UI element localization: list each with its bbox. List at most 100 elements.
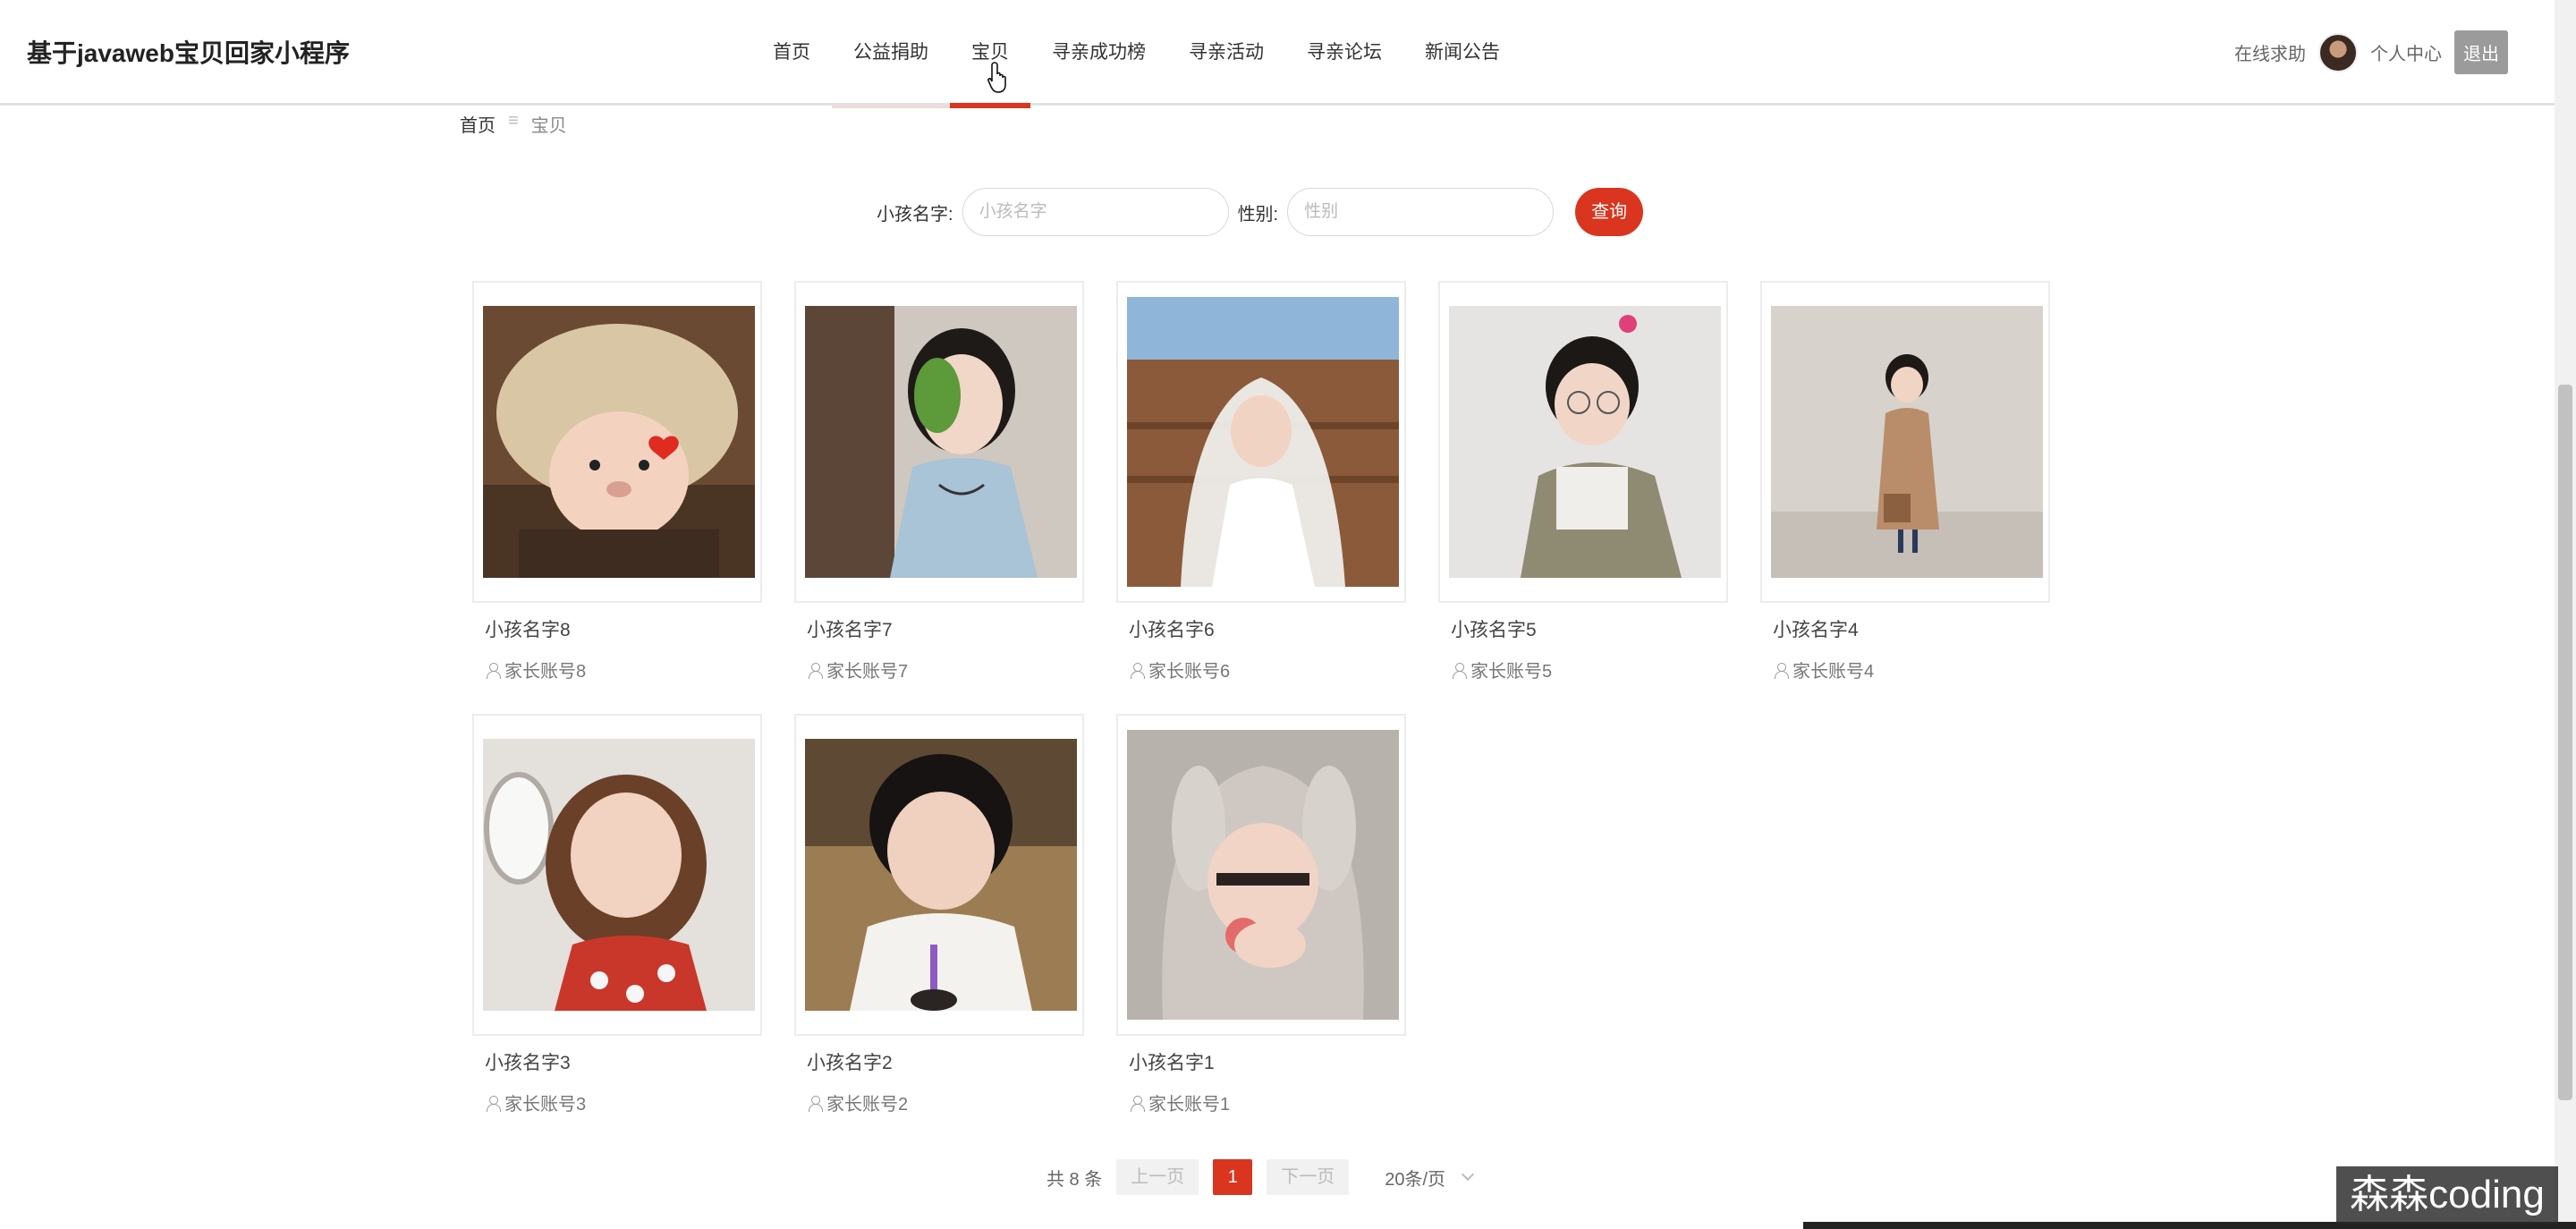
child-name[interactable]: 小孩名字1	[1129, 1048, 1406, 1075]
child-name[interactable]: 小孩名字6	[1129, 615, 1406, 642]
nav-donation[interactable]: 公益捐助	[832, 0, 950, 108]
nav-label: 寻亲论坛	[1307, 42, 1382, 63]
photo-frame[interactable]	[1438, 281, 1728, 603]
breadcrumb-separator: ≡	[508, 111, 519, 131]
parent-account-text: 家长账号5	[1470, 662, 1553, 682]
child-photo	[1127, 297, 1399, 587]
total-count: 共 8 条	[1046, 1169, 1103, 1190]
baby-card[interactable]: 小孩名字2 家长账号2	[794, 714, 1084, 1115]
parent-account-text: 家长账号4	[1792, 662, 1875, 682]
breadcrumb-home[interactable]: 首页	[460, 111, 496, 137]
page-size-select[interactable]: 20条/页	[1385, 1165, 1475, 1191]
photo-frame[interactable]	[1116, 714, 1406, 1036]
nav-label: 宝贝	[971, 42, 1009, 63]
parent-account: 家长账号8	[485, 657, 762, 682]
photo-frame[interactable]	[472, 281, 762, 603]
user-icon	[1451, 662, 1467, 679]
baby-card[interactable]: 小孩名字7 家长账号7	[794, 281, 1084, 682]
profile-link[interactable]: 个人中心	[2370, 39, 2442, 65]
scrollbar-thumb[interactable]	[2558, 385, 2572, 1100]
parent-account: 家长账号1	[1129, 1089, 1406, 1115]
parent-account-text: 家长账号2	[826, 1095, 909, 1115]
photo-frame[interactable]	[472, 714, 762, 1036]
parent-account-text: 家长账号7	[826, 662, 909, 682]
nav-activity[interactable]: 寻亲活动	[1167, 0, 1285, 106]
nav-label: 寻亲成功榜	[1052, 42, 1146, 63]
baby-card[interactable]: 小孩名字1 家长账号1	[1116, 714, 1406, 1115]
child-name[interactable]: 小孩名字4	[1773, 615, 2050, 642]
child-name-label: 小孩名字:	[877, 204, 953, 225]
page-size-value: 20条/页	[1385, 1169, 1446, 1190]
child-name[interactable]: 小孩名字3	[485, 1048, 762, 1075]
nav-news[interactable]: 新闻公告	[1403, 0, 1521, 106]
user-icon	[807, 662, 823, 679]
pagination: 共 8 条 上一页 1 下一页 20条/页	[1046, 1159, 1475, 1195]
baby-card[interactable]: 小孩名字5 家长账号5	[1438, 281, 1728, 682]
child-name-input[interactable]	[962, 188, 1229, 236]
top-header: 基于javaweb宝贝回家小程序 首页 公益捐助 宝贝 寻亲成功榜 寻亲活动 寻…	[0, 0, 2555, 108]
child-name[interactable]: 小孩名字5	[1451, 615, 1728, 642]
photo-frame[interactable]	[1116, 281, 1406, 603]
watermark: 森森coding	[2336, 1166, 2558, 1224]
parent-account: 家长账号6	[1129, 657, 1406, 682]
nav-indicator	[1167, 103, 1285, 108]
child-photo	[1449, 306, 1721, 578]
user-icon	[1129, 1095, 1145, 1112]
hand-cursor-icon	[987, 62, 1006, 93]
logout-button[interactable]: 退出	[2454, 30, 2508, 74]
user-icon	[1129, 662, 1145, 679]
child-photo	[483, 739, 755, 1011]
child-name[interactable]: 小孩名字8	[485, 615, 762, 642]
nav-indicator	[751, 103, 832, 108]
nav-indicator	[1030, 103, 1167, 108]
nav-indicator	[1403, 103, 1521, 108]
next-page-button[interactable]: 下一页	[1267, 1159, 1350, 1195]
header-user-area: 在线求助 个人中心 退出	[2234, 30, 2508, 74]
avatar[interactable]	[2318, 32, 2358, 72]
user-icon	[1773, 662, 1789, 679]
nav-success-list[interactable]: 寻亲成功榜	[1030, 0, 1167, 106]
parent-account: 家长账号5	[1451, 657, 1728, 682]
gender-input[interactable]	[1287, 188, 1555, 236]
nav-label: 新闻公告	[1425, 42, 1500, 63]
parent-account: 家长账号4	[1773, 657, 2050, 682]
user-icon	[807, 1095, 823, 1112]
nav-home[interactable]: 首页	[751, 0, 832, 106]
child-name[interactable]: 小孩名字2	[807, 1048, 1084, 1075]
page: 基于javaweb宝贝回家小程序 首页 公益捐助 宝贝 寻亲成功榜 寻亲活动 寻…	[0, 0, 2576, 1229]
photo-frame[interactable]	[794, 714, 1084, 1036]
page-scrollbar[interactable]	[2555, 0, 2576, 1229]
baby-card[interactable]: 小孩名字3 家长账号3	[472, 714, 762, 1115]
breadcrumb: 首页 ≡ 宝贝	[460, 111, 567, 137]
prev-page-button[interactable]: 上一页	[1116, 1159, 1199, 1195]
baby-card[interactable]: 小孩名字4 家长账号4	[1760, 281, 2050, 682]
parent-account-text: 家长账号8	[504, 662, 587, 682]
child-photo	[805, 739, 1077, 1011]
online-help-link[interactable]: 在线求助	[2234, 39, 2306, 65]
child-name[interactable]: 小孩名字7	[807, 615, 1084, 642]
nav-label: 公益捐助	[853, 42, 928, 63]
nav-indicator	[950, 103, 1030, 108]
child-photo	[805, 306, 1077, 578]
child-photo	[483, 306, 755, 578]
nav-label: 寻亲活动	[1189, 42, 1264, 63]
parent-account-text: 家长账号1	[1148, 1095, 1231, 1115]
child-photo	[1127, 730, 1399, 1020]
main-nav: 首页 公益捐助 宝贝 寻亲成功榜 寻亲活动 寻亲论坛 新闻公告	[751, 0, 1521, 108]
site-title: 基于javaweb宝贝回家小程序	[27, 39, 350, 67]
parent-account-text: 家长账号6	[1148, 662, 1231, 682]
nav-indicator	[832, 106, 950, 108]
parent-account: 家长账号7	[807, 657, 1084, 682]
nav-label: 首页	[773, 42, 810, 63]
baby-card[interactable]: 小孩名字6 家长账号6	[1116, 281, 1406, 682]
nav-forum[interactable]: 寻亲论坛	[1285, 0, 1403, 106]
parent-account: 家长账号3	[485, 1089, 762, 1115]
baby-card[interactable]: 小孩名字8 家长账号8	[472, 281, 762, 682]
photo-frame[interactable]	[794, 281, 1084, 603]
gender-label: 性别:	[1237, 204, 1279, 225]
user-icon	[485, 662, 501, 679]
photo-frame[interactable]	[1760, 281, 2050, 603]
page-number-current[interactable]: 1	[1213, 1159, 1253, 1195]
query-button[interactable]: 查询	[1575, 188, 1644, 236]
nav-indicator	[1285, 103, 1403, 108]
